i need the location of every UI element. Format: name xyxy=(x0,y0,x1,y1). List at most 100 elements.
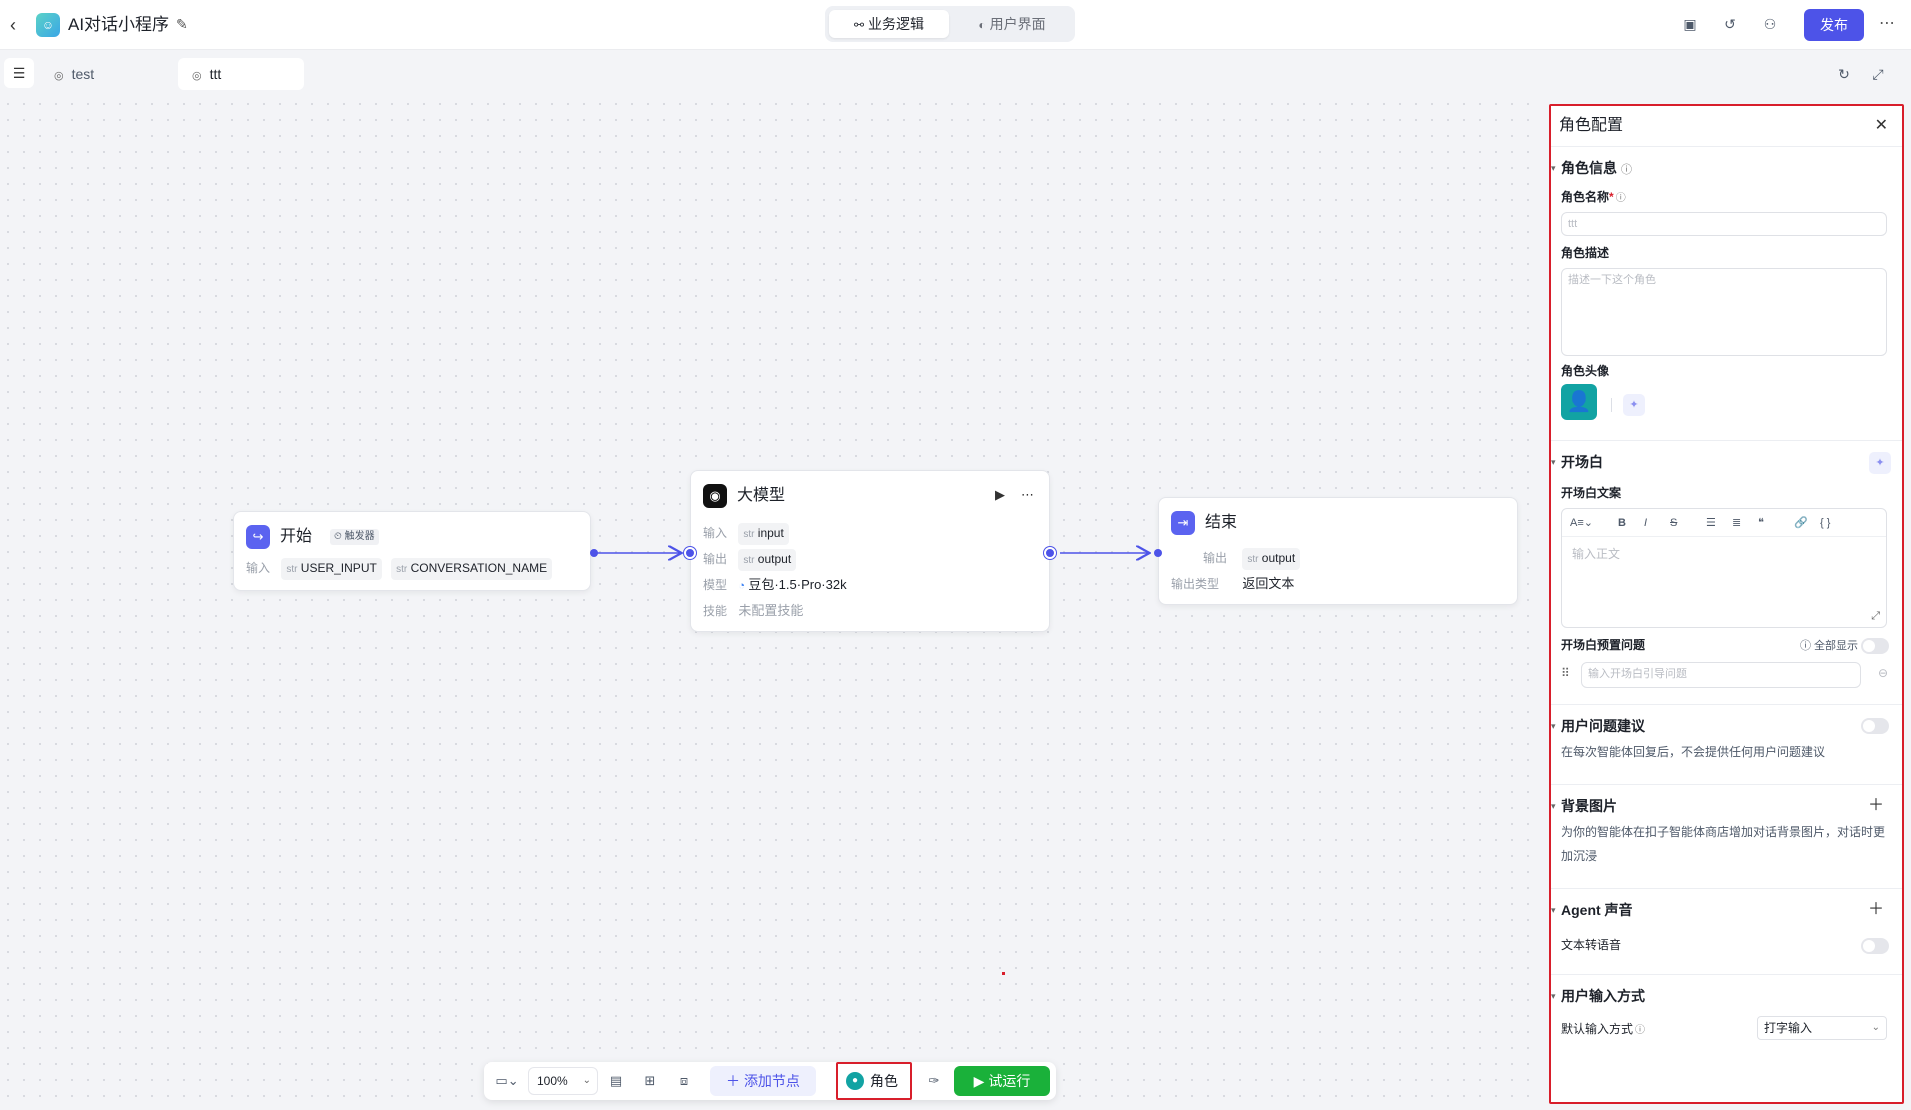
tts-label: 文本转语音 xyxy=(1561,938,1622,952)
tts-toggle[interactable] xyxy=(1861,938,1889,954)
llm-node[interactable]: ◉ 大模型 ▶ ⋯ 输入 str input 输出 str output 模型 … xyxy=(690,470,1050,632)
var-chip: str USER_INPUT xyxy=(281,558,382,580)
opening-editor[interactable]: A≡⌄ B I S ☰ ≣ ❝ 🔗 { } 输入正文 ⤢ xyxy=(1561,508,1887,628)
minimap-icon[interactable]: ▭⌄ xyxy=(492,1071,522,1091)
test-run-button[interactable]: ▶ 试运行 xyxy=(954,1066,1050,1096)
link-icon[interactable]: 🔗 xyxy=(1794,515,1808,531)
screen-icon[interactable]: ⧈ xyxy=(674,1071,694,1091)
caret-icon: ▾ xyxy=(1551,163,1556,173)
end-icon: ⇥ xyxy=(1171,511,1195,535)
divider xyxy=(1551,440,1902,441)
italic-icon[interactable]: I xyxy=(1644,515,1647,531)
var-chip: str output xyxy=(738,549,797,571)
back-icon[interactable]: ‹ xyxy=(10,13,28,37)
section-input-mode[interactable]: ▾ 用户输入方式 xyxy=(1551,986,1645,1006)
edit-icon[interactable]: ✎ xyxy=(176,14,194,34)
caret-icon: ▾ xyxy=(1551,721,1556,731)
llm-icon: ◉ xyxy=(703,484,727,508)
llm-node-title: 大模型 xyxy=(737,487,786,504)
default-input-select[interactable]: 打字输入 ⌄ xyxy=(1757,1016,1887,1040)
remove-icon[interactable]: ⊖ xyxy=(1878,666,1888,680)
start-input-row: 输入 str USER_INPUT str CONVERSATION_NAME xyxy=(246,558,558,580)
divider xyxy=(1551,704,1902,705)
llm-model-row: 模型 ◔ 豆包·1.5·Pro·32k xyxy=(703,577,847,592)
bold-icon[interactable]: B xyxy=(1618,515,1626,531)
section-role-info[interactable]: ▾ 角色信息 ⓘ xyxy=(1551,158,1632,180)
run-node-icon[interactable]: ▶ xyxy=(995,487,1005,503)
opening-text-label: 开场白文案 xyxy=(1561,486,1622,500)
show-all-label: ⓘ 全部显示 xyxy=(1799,640,1858,652)
archive-icon[interactable]: ▣ xyxy=(1680,14,1700,34)
divider xyxy=(1551,974,1902,975)
info-icon: ⓘ xyxy=(1615,193,1626,204)
expand-icon[interactable]: ⤢ xyxy=(1868,64,1888,84)
ai-generate-icon[interactable]: ✦ xyxy=(1623,394,1645,416)
caret-icon: ▾ xyxy=(1551,905,1556,915)
tool-icon[interactable]: ✑ xyxy=(924,1071,944,1091)
role-desc-input[interactable]: 描述一下这个角色 xyxy=(1561,268,1887,356)
llm-input-port[interactable] xyxy=(684,547,696,559)
tab-user-interface[interactable]: ◐ 用户界面 xyxy=(953,10,1071,38)
divider xyxy=(1551,784,1902,785)
add-icon[interactable]: ＋ xyxy=(1868,796,1884,816)
node-more-icon[interactable]: ⋯ xyxy=(1021,487,1034,503)
trigger-badge: ⏲ 触发器 xyxy=(330,529,379,545)
suggest-toggle[interactable] xyxy=(1861,718,1889,734)
llm-output-port[interactable] xyxy=(1044,547,1056,559)
tab-business-logic[interactable]: ⚯ 业务逻辑 xyxy=(829,10,949,38)
role-avatar-label: 角色头像 xyxy=(1561,364,1610,378)
history-icon[interactable]: ↺ xyxy=(1720,14,1740,34)
font-size-icon[interactable]: A≡⌄ xyxy=(1570,515,1593,531)
more-icon[interactable]: ⋯ xyxy=(1876,12,1898,36)
preset-question-input[interactable]: 输入开场白引导问题 xyxy=(1581,662,1861,688)
start-output-port[interactable] xyxy=(590,549,598,557)
workflow-canvas[interactable]: ↪ 开始 ⏲ 触发器 输入 str USER_INPUT str CONVERS… xyxy=(0,96,1540,1110)
quote-icon[interactable]: ❝ xyxy=(1758,515,1764,531)
tab-test[interactable]: ◎ test xyxy=(40,58,170,90)
llm-output-row: 输出 str output xyxy=(703,549,802,571)
tab-ttt[interactable]: ◎ ttt xyxy=(178,58,304,90)
start-node[interactable]: ↪ 开始 ⏲ 触发器 输入 str USER_INPUT str CONVERS… xyxy=(233,511,591,591)
expand-icon[interactable]: ⤢ xyxy=(1871,610,1880,623)
code-icon[interactable]: { } xyxy=(1820,515,1830,531)
add-node-button[interactable]: ＋ 添加节点 xyxy=(710,1066,816,1096)
numbered-list-icon[interactable]: ≣ xyxy=(1732,515,1741,531)
zoom-select[interactable]: 100% ⌄ xyxy=(528,1067,598,1095)
var-chip: str input xyxy=(738,523,789,545)
role-button[interactable]: ● 角色 xyxy=(836,1062,912,1100)
users-icon[interactable]: ⚇ xyxy=(1760,14,1780,34)
section-voice[interactable]: ▾ Agent 声音 xyxy=(1551,900,1633,920)
role-desc-label: 角色描述 xyxy=(1561,246,1610,260)
bullet-list-icon[interactable]: ☰ xyxy=(1706,515,1716,531)
bottom-toolbar: ▭⌄ 100% ⌄ ▤ ⊞ ⧈ ＋ 添加节点 ● 角色 ✑ ▶ 试运行 xyxy=(484,1062,1056,1100)
add-icon[interactable]: ＋ xyxy=(1868,900,1884,920)
end-node[interactable]: ⇥ 结束 输出 str output 输出类型 返回文本 xyxy=(1158,497,1518,605)
strikethrough-icon[interactable]: S xyxy=(1670,515,1677,531)
end-input-port[interactable] xyxy=(1154,549,1162,557)
doubao-icon: ◔ xyxy=(738,580,745,592)
close-icon[interactable]: ✕ xyxy=(1875,114,1888,138)
default-input-label: 默认输入方式 ⓘ xyxy=(1561,1022,1646,1036)
comment-icon[interactable]: ▤ xyxy=(606,1071,626,1091)
var-chip: str CONVERSATION_NAME xyxy=(391,558,553,580)
chevron-down-icon: ⌄ xyxy=(582,1075,591,1086)
drag-handle-icon[interactable]: ⠿ xyxy=(1561,666,1570,680)
sidebar-toggle-icon[interactable]: ☰ xyxy=(4,58,34,88)
preset-questions-label: 开场白预置问题 xyxy=(1561,638,1646,652)
ai-generate-icon[interactable]: ✦ xyxy=(1869,452,1891,474)
role-name-input[interactable]: ttt xyxy=(1561,212,1887,236)
var-chip: str output xyxy=(1242,548,1301,570)
publish-button[interactable]: 发布 xyxy=(1804,9,1864,41)
layout-icon[interactable]: ⊞ xyxy=(640,1071,660,1091)
app-title: AI对话小程序 xyxy=(68,15,170,34)
avatar-icon: ● xyxy=(846,1072,864,1090)
avatar[interactable]: 👤 xyxy=(1561,384,1597,420)
refresh-icon[interactable]: ↻ xyxy=(1834,64,1854,84)
section-background[interactable]: ▾ 背景图片 xyxy=(1551,796,1617,816)
show-all-toggle[interactable] xyxy=(1861,638,1889,654)
info-icon: ⓘ xyxy=(1635,1025,1646,1036)
section-opening[interactable]: ▾ 开场白 xyxy=(1551,452,1603,472)
end-output-row: 输出 str output xyxy=(1171,548,1306,570)
section-suggest[interactable]: ▾ 用户问题建议 xyxy=(1551,716,1645,736)
caret-icon: ▾ xyxy=(1551,457,1556,467)
